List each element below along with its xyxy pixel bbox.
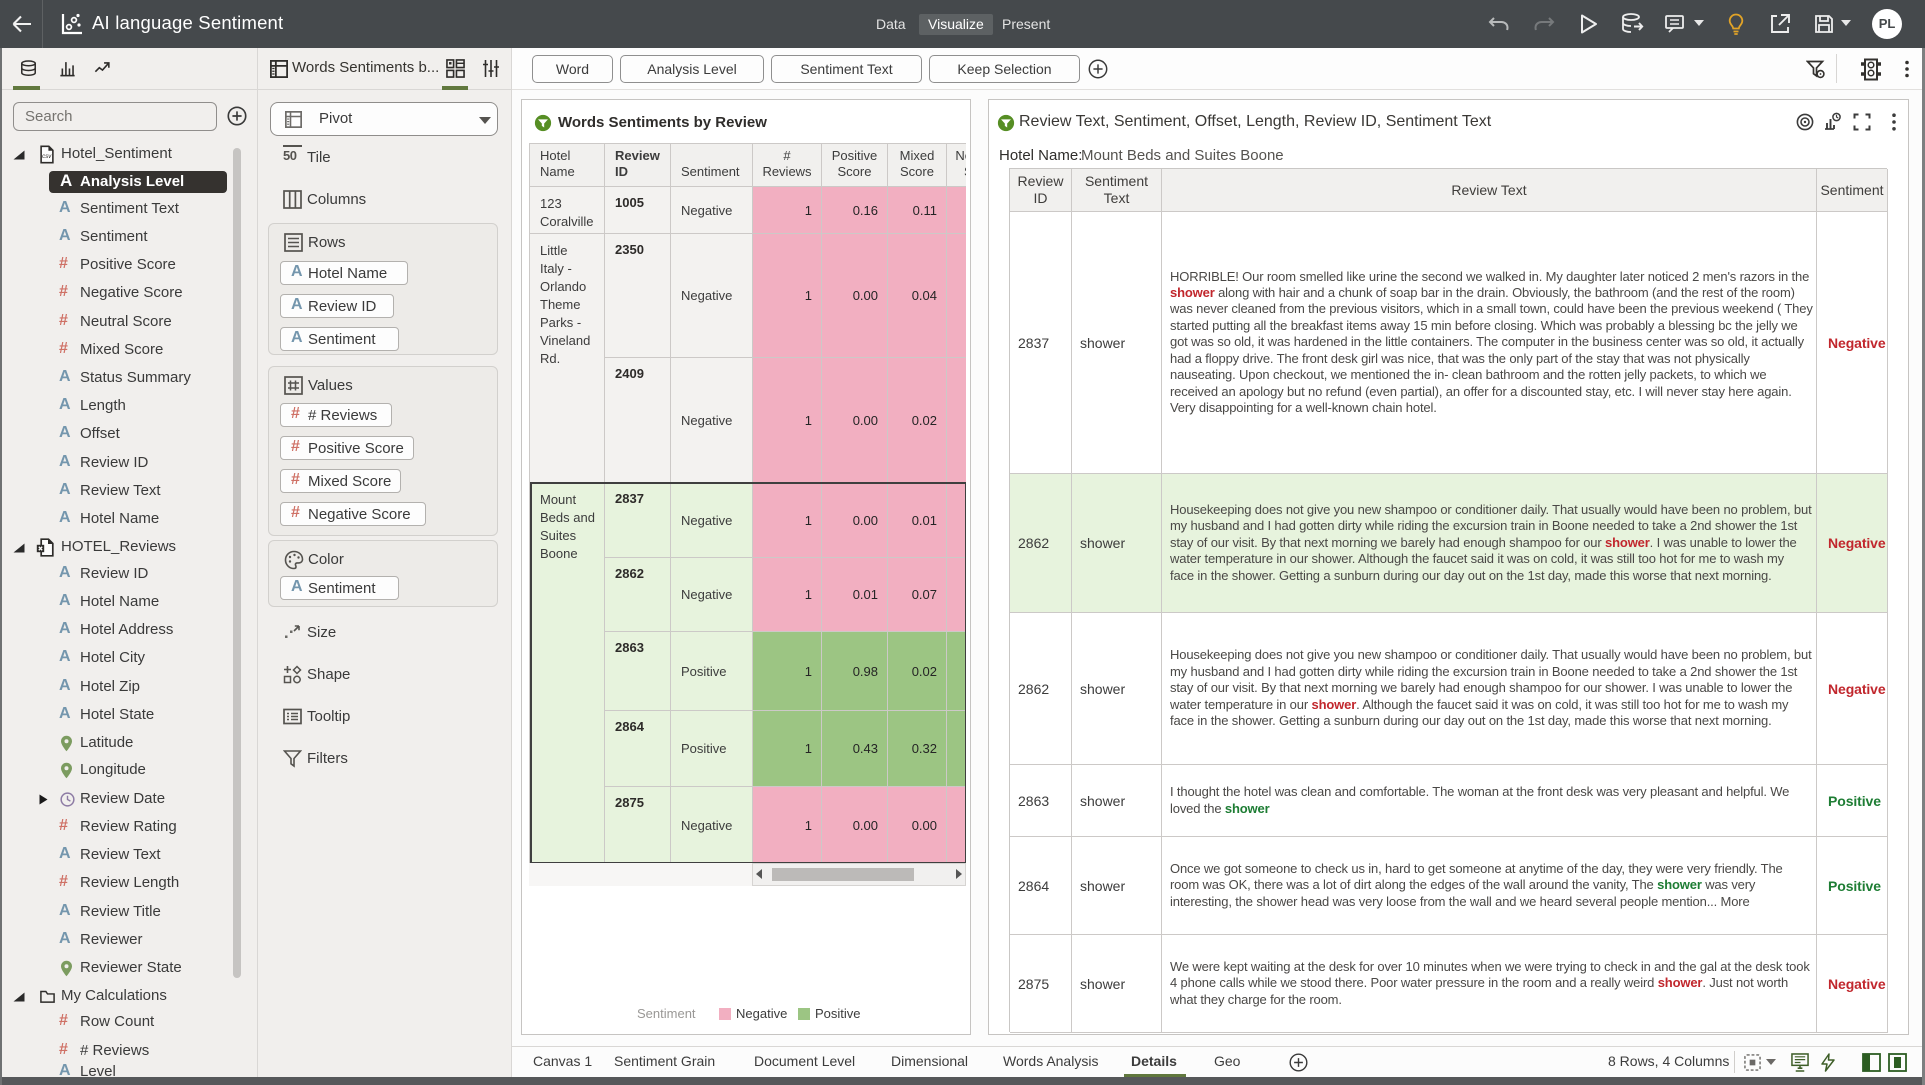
svg-text:csv: csv <box>42 154 52 160</box>
